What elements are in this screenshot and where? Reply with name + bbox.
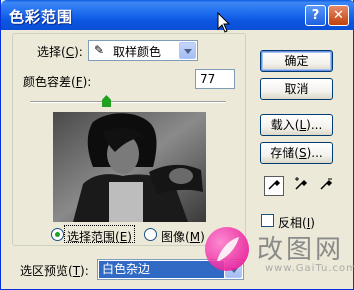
watermark-url: www.GaiTu.com: [265, 263, 354, 274]
portrait-photo: [53, 112, 206, 222]
fuzziness-slider-track[interactable]: [30, 101, 226, 103]
cancel-button[interactable]: 取消: [260, 78, 333, 100]
select-mode-value: 取样颜色: [113, 45, 162, 59]
color-range-dialog: 色彩范围 ? ✕ 选择(C): ✎ 取样颜色 颜色容差(F): 77 选择范围(…: [0, 0, 354, 290]
fuzziness-label: 颜色容差(F):: [23, 75, 92, 89]
mouse-cursor-icon: [217, 12, 231, 33]
chevron-down-icon[interactable]: [179, 42, 196, 59]
selection-radio[interactable]: [51, 228, 64, 241]
eyedropper-icon[interactable]: [264, 176, 284, 196]
select-label: 选择(C):: [37, 45, 83, 59]
selection-preview-image: [53, 112, 206, 222]
image-radio[interactable]: [144, 228, 157, 241]
window-title: 色彩范围: [9, 8, 74, 26]
select-mode-dropdown[interactable]: ✎ 取样颜色: [88, 40, 198, 61]
title-bar[interactable]: 色彩范围 ? ✕: [1, 0, 354, 30]
help-button[interactable]: ?: [305, 5, 326, 26]
watermark: 改图网 www.GaiTu.com: [205, 225, 354, 285]
watermark-text: 改图网: [257, 235, 345, 265]
eyedropper-minus-icon[interactable]: [316, 176, 336, 196]
ok-button[interactable]: 确定: [260, 50, 333, 72]
image-radio-label: 图像(M): [161, 230, 205, 244]
selection-radio-label: 选择范围(E): [67, 230, 132, 244]
eyedropper-icon: ✎: [94, 43, 105, 57]
close-button[interactable]: ✕: [328, 5, 349, 26]
load-button[interactable]: 载入(L)...: [260, 114, 333, 136]
fuzziness-input[interactable]: 77: [195, 69, 235, 89]
save-button[interactable]: 存储(S)...: [260, 142, 333, 164]
feather-logo-icon: [205, 227, 249, 271]
selection-preview-label: 选区预览(T):: [20, 264, 89, 278]
eyedropper-plus-icon[interactable]: [291, 176, 311, 196]
